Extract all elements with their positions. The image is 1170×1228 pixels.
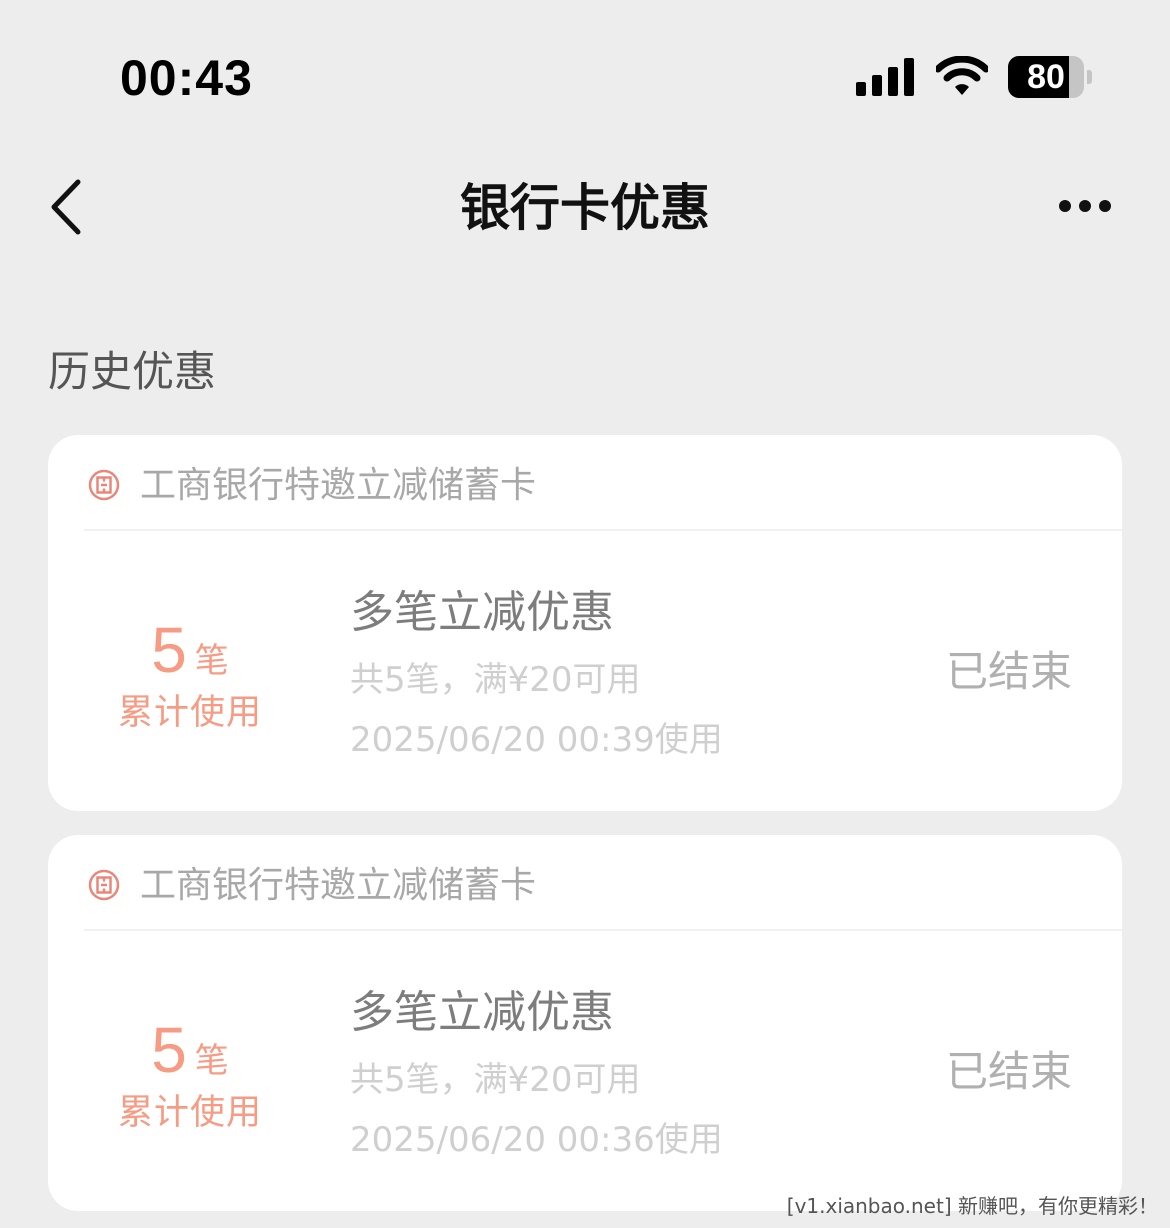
icbc-logo-icon bbox=[88, 869, 120, 901]
offer-condition: 共5笔，满¥20可用 bbox=[350, 1060, 641, 1100]
card-header: 工商银行特邀立减储蓄卡 bbox=[48, 435, 1122, 531]
section-title: 历史优惠 bbox=[48, 347, 217, 396]
usage-count-unit: 笔 bbox=[194, 641, 229, 681]
bank-name: 工商银行特邀立减储蓄卡 bbox=[140, 465, 537, 506]
offer-used-time: 2025/06/20 00:36使用 bbox=[350, 1120, 723, 1160]
offer-status: 已结束 bbox=[946, 1047, 1073, 1096]
more-button[interactable] bbox=[1052, 188, 1118, 228]
usage-count-number: 5 bbox=[151, 1014, 187, 1086]
more-dots-icon bbox=[1079, 200, 1091, 212]
card-divider bbox=[84, 929, 1122, 931]
offer-status: 已结束 bbox=[946, 647, 1073, 696]
offer-name: 多笔立减优惠 bbox=[350, 987, 614, 1038]
usage-count-number: 5 bbox=[151, 614, 187, 686]
card-header: 工商银行特邀立减储蓄卡 bbox=[48, 835, 1122, 931]
usage-count-caption: 累计使用 bbox=[117, 1093, 262, 1133]
usage-count: 5笔 累计使用 bbox=[108, 1015, 272, 1137]
card-divider bbox=[84, 529, 1122, 531]
battery-cap bbox=[1087, 70, 1092, 84]
wifi-icon bbox=[936, 56, 988, 95]
screen: 00:43 80 银行卡优惠 历史优惠 工商银行特邀立减储蓄卡 5 笔 累计使用… bbox=[0, 0, 1170, 1228]
usage-count: 5笔 累计使用 bbox=[108, 615, 272, 737]
bank-name: 工商银行特邀立减储蓄卡 bbox=[140, 865, 537, 906]
battery-level: 80 bbox=[1027, 58, 1065, 96]
offer-used-time: 2025/06/20 00:39使用 bbox=[350, 720, 723, 760]
page-title: 银行卡优惠 bbox=[460, 179, 710, 237]
coupon-card[interactable]: 工商银行特邀立减储蓄卡 5笔 累计使用 多笔立减优惠 共5笔，满¥20可用 20… bbox=[48, 435, 1122, 811]
icbc-logo-icon bbox=[88, 469, 120, 501]
watermark: [v1.xianbao.net] 新赚吧，有你更精彩！ bbox=[786, 1194, 1158, 1218]
usage-count-caption: 累计使用 bbox=[117, 693, 262, 733]
more-dots-icon bbox=[1059, 200, 1071, 212]
offer-condition: 共5笔，满¥20可用 bbox=[350, 660, 641, 700]
coupon-card[interactable]: 工商银行特邀立减储蓄卡 5笔 累计使用 多笔立减优惠 共5笔，满¥20可用 20… bbox=[48, 835, 1122, 1211]
offer-name: 多笔立减优惠 bbox=[350, 587, 614, 638]
usage-count-unit: 笔 bbox=[194, 1041, 229, 1081]
more-dots-icon bbox=[1099, 200, 1111, 212]
cellular-signal-icon bbox=[856, 58, 914, 96]
status-time: 00:43 bbox=[120, 50, 253, 106]
battery-icon: 80 bbox=[1008, 56, 1092, 98]
